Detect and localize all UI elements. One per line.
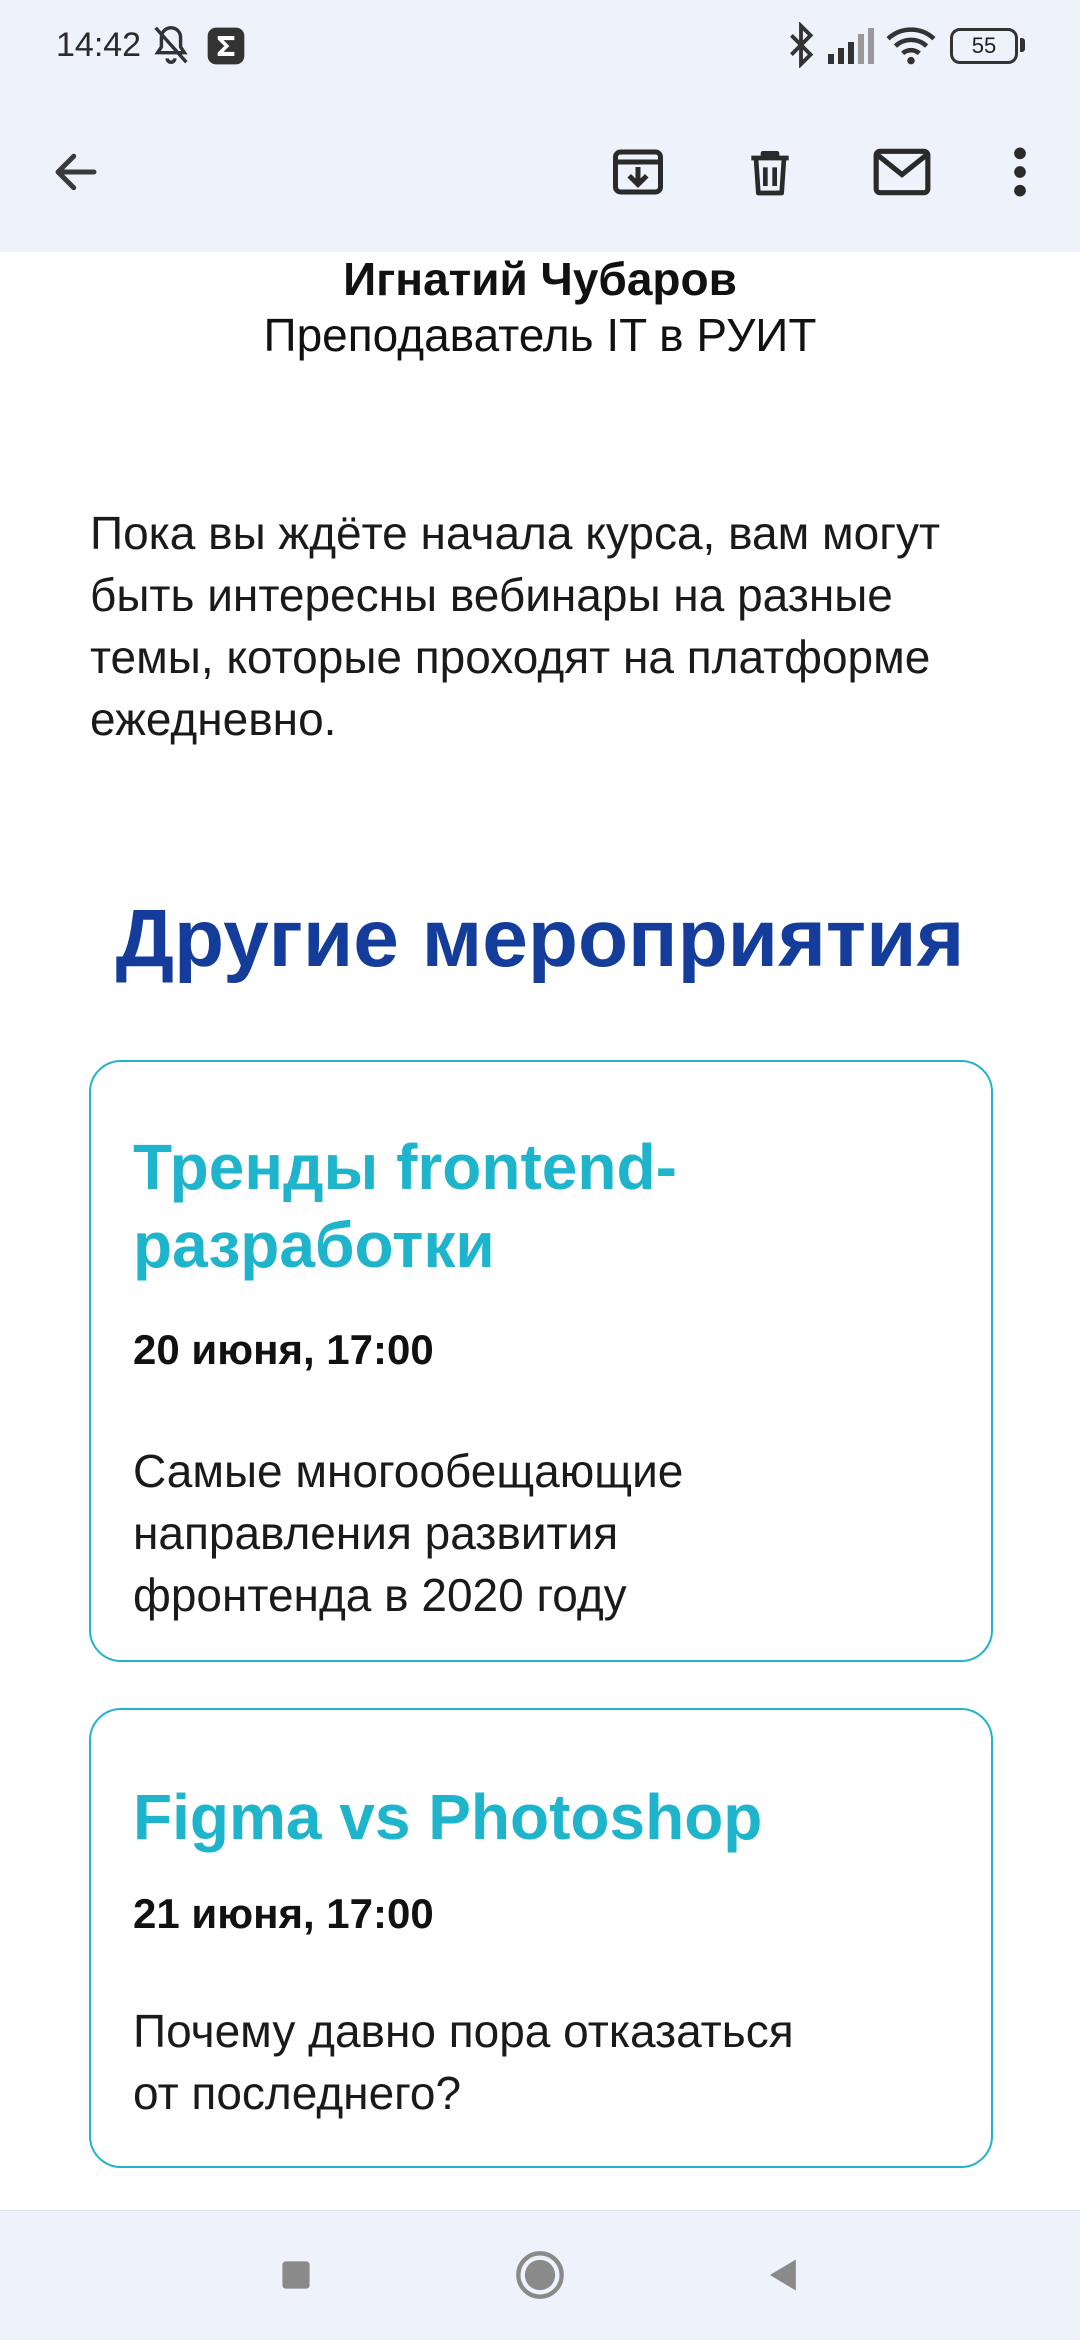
home-button[interactable]: [500, 2237, 580, 2317]
battery-tip: [1020, 38, 1025, 52]
mute-icon: [148, 22, 194, 68]
sender-role: Преподаватель IT в РУИТ: [263, 309, 817, 361]
back-arrow-icon: [49, 145, 103, 204]
app-sigma-icon: [206, 26, 246, 66]
system-nav-bar: [0, 2210, 1080, 2340]
delete-icon: [742, 142, 798, 207]
recents-button[interactable]: [256, 2237, 336, 2317]
email-toolbar: [0, 96, 1080, 252]
intro-paragraph: Пока вы ждёте начала курса, вам могут бы…: [90, 507, 941, 745]
system-back-button[interactable]: [742, 2237, 822, 2317]
event-title: Figma vs Photoshop: [133, 1778, 762, 1856]
bluetooth-icon: [784, 22, 818, 68]
battery-icon: 55: [950, 28, 1018, 64]
email-body: Игнатий Чубаров Преподаватель IT в РУИТ …: [0, 252, 1080, 2210]
recents-square-icon: [279, 2258, 313, 2297]
section-title: Другие мероприятия: [115, 893, 965, 984]
back-triangle-icon: [764, 2256, 800, 2299]
event-description: Почему давно пора отказаться от последне…: [133, 2000, 963, 2124]
archive-button[interactable]: [590, 126, 686, 222]
signal-icon: [826, 26, 874, 66]
event-title-line: Figma vs Photoshop: [133, 1781, 763, 1853]
event-date: 20 июня, 17:00: [133, 1326, 434, 1373]
event-description-line: Самые многообещающие: [133, 1445, 684, 1497]
mark-unread-button[interactable]: [854, 126, 950, 222]
event-description-line: направления развития: [133, 1507, 619, 1559]
event-description-line: Почему давно пора отказаться: [133, 2005, 794, 2057]
event-description-line: от последнего?: [133, 2067, 462, 2119]
wifi-icon: [886, 24, 936, 66]
event-title: Тренды frontend- разработки: [133, 1128, 677, 1284]
event-date: 21 июня, 17:00: [133, 1890, 434, 1937]
event-description: Самые многообещающие направления развити…: [133, 1440, 963, 1626]
status-time: 14:42: [56, 26, 142, 64]
more-vert-icon: [1010, 144, 1030, 205]
more-options-button[interactable]: [972, 126, 1068, 222]
sender-name: Игнатий Чубаров: [343, 253, 737, 305]
archive-icon: [608, 142, 668, 207]
back-button[interactable]: [28, 126, 124, 222]
status-bar: 14:42 55: [0, 0, 1080, 96]
event-description-line: фронтенда в 2020 году: [133, 1569, 627, 1621]
mark-unread-icon: [871, 145, 933, 204]
event-card[interactable]: Тренды frontend- разработки 20 июня, 17:…: [89, 1060, 993, 1662]
event-card[interactable]: Figma vs Photoshop 21 июня, 17:00 Почему…: [89, 1708, 993, 2168]
home-circle-icon: [514, 2249, 566, 2306]
event-title-line: Тренды frontend-: [133, 1131, 677, 1203]
event-title-line: разработки: [133, 1209, 495, 1281]
delete-button[interactable]: [722, 126, 818, 222]
